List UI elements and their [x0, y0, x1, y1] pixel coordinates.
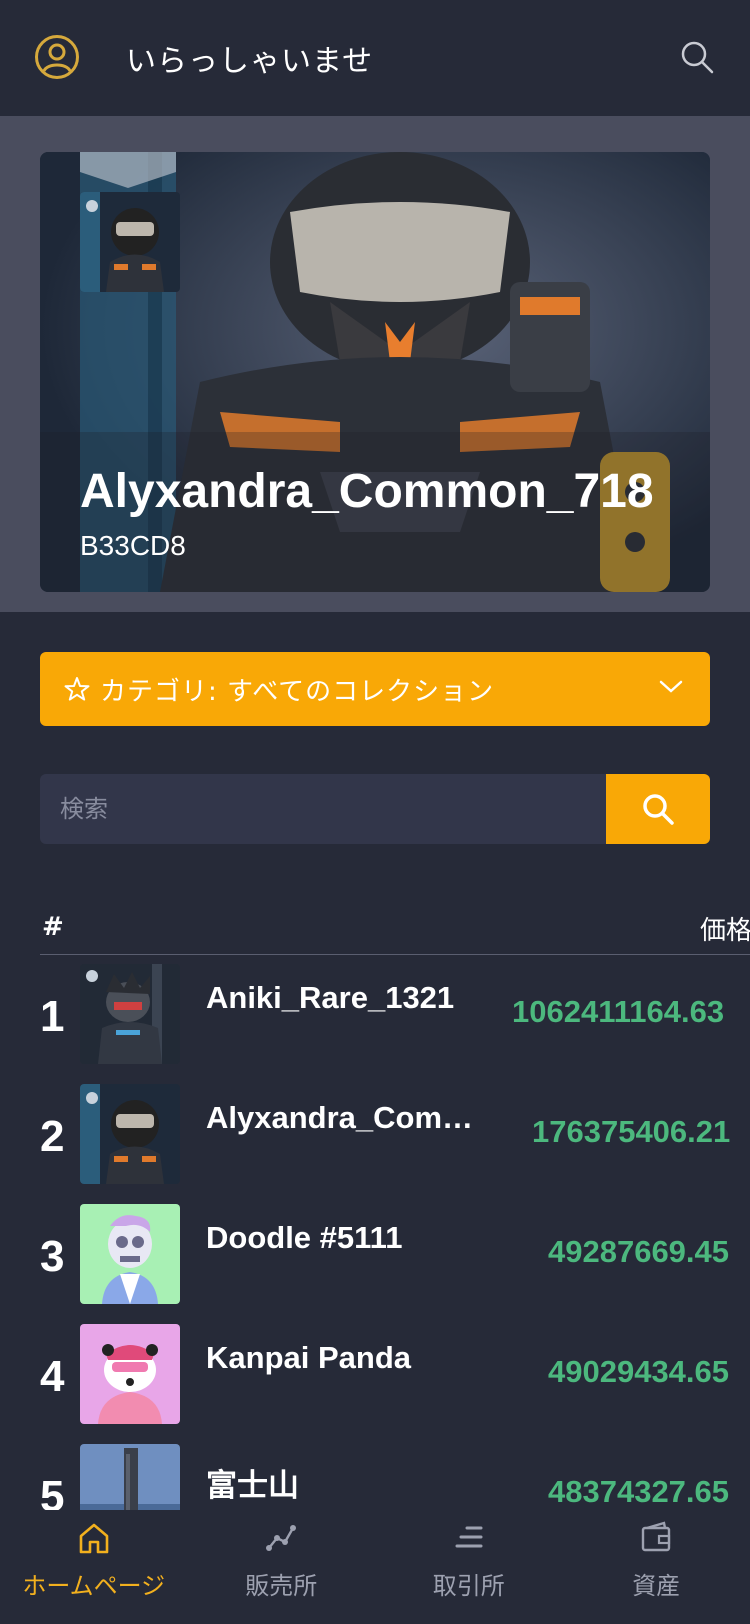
- table-header-divider: [40, 954, 750, 955]
- search-input[interactable]: [40, 774, 606, 844]
- table-row[interactable]: 4 Kanpai Panda 49029434.65: [0, 1324, 750, 1434]
- nav-store-label: 販売所: [245, 1572, 318, 1600]
- wallet-icon: [642, 1521, 671, 1552]
- nav-store[interactable]: 販売所: [188, 1510, 376, 1624]
- nft-price: 48374327.65: [548, 1474, 730, 1509]
- row-rank: 1: [40, 992, 65, 1041]
- nft-thumbnail: [80, 964, 180, 1064]
- nft-name: Alyxandra_Common_718: [206, 1100, 498, 1135]
- nft-name: Kanpai Panda: [206, 1340, 411, 1375]
- row-rank: 4: [40, 1352, 65, 1401]
- nav-exchange-label: 取引所: [432, 1572, 505, 1600]
- nft-name: 富士山: [206, 1468, 299, 1503]
- row-rank: 2: [40, 1112, 65, 1161]
- exchange-lines-icon: [455, 1526, 483, 1548]
- nft-name: Doodle #5111: [206, 1220, 403, 1255]
- search-icon[interactable]: [678, 38, 716, 76]
- nav-home[interactable]: ホームページ: [0, 1510, 188, 1624]
- table-header-price[interactable]: 価格: [700, 910, 750, 947]
- featured-nft-title: Alyxandra_Common_718: [80, 465, 654, 518]
- nft-price: 49029434.65: [548, 1354, 730, 1389]
- nft-price: 176375406.21: [532, 1114, 731, 1149]
- table-row[interactable]: 2 Alyxandra_Common_718 176375406.21: [0, 1084, 750, 1194]
- search-button[interactable]: [606, 774, 710, 844]
- table-row[interactable]: 3 Doodle #5111 49287669.45: [0, 1204, 750, 1314]
- chevron-down-icon: [659, 680, 683, 693]
- nav-assets-label: 資産: [632, 1572, 681, 1600]
- nav-home-label: ホームページ: [22, 1572, 166, 1600]
- nav-exchange[interactable]: 取引所: [375, 1510, 563, 1624]
- featured-nft-card[interactable]: Alyxandra_Common_718 B33CD8: [40, 152, 710, 592]
- nft-thumbnail: [80, 1084, 180, 1184]
- user-circle-icon[interactable]: [34, 34, 80, 80]
- nft-thumbnail: [80, 1324, 180, 1424]
- row-rank: 3: [40, 1232, 65, 1281]
- bottom-navigation: ホームページ 販売所 取引所 資産: [0, 1510, 750, 1624]
- greeting-text: いらっしゃいませ: [126, 44, 374, 79]
- nft-price: 1062411164.63: [512, 994, 725, 1029]
- app-header: いらっしゃいませ: [0, 0, 750, 116]
- featured-nft-code: B33CD8: [80, 530, 186, 561]
- chart-nodes-icon: [266, 1525, 297, 1551]
- nft-name: Aniki_Rare_1321: [206, 980, 455, 1015]
- table-header-rank: #: [42, 912, 64, 942]
- category-dropdown[interactable]: カテゴリ: すべてのコレクション: [40, 652, 710, 726]
- table-row[interactable]: 1 Aniki_Rare_1321 1062411164.63: [0, 964, 750, 1074]
- featured-nft-thumbnail: [80, 192, 180, 292]
- nft-thumbnail: [80, 1204, 180, 1304]
- search-icon: [643, 794, 674, 825]
- star-outline-icon: [64, 677, 90, 701]
- category-label: カテゴリ: すべてのコレクション: [100, 676, 495, 707]
- home-icon: [79, 1523, 109, 1554]
- nft-price: 49287669.45: [548, 1234, 730, 1269]
- nav-assets[interactable]: 資産: [563, 1510, 750, 1624]
